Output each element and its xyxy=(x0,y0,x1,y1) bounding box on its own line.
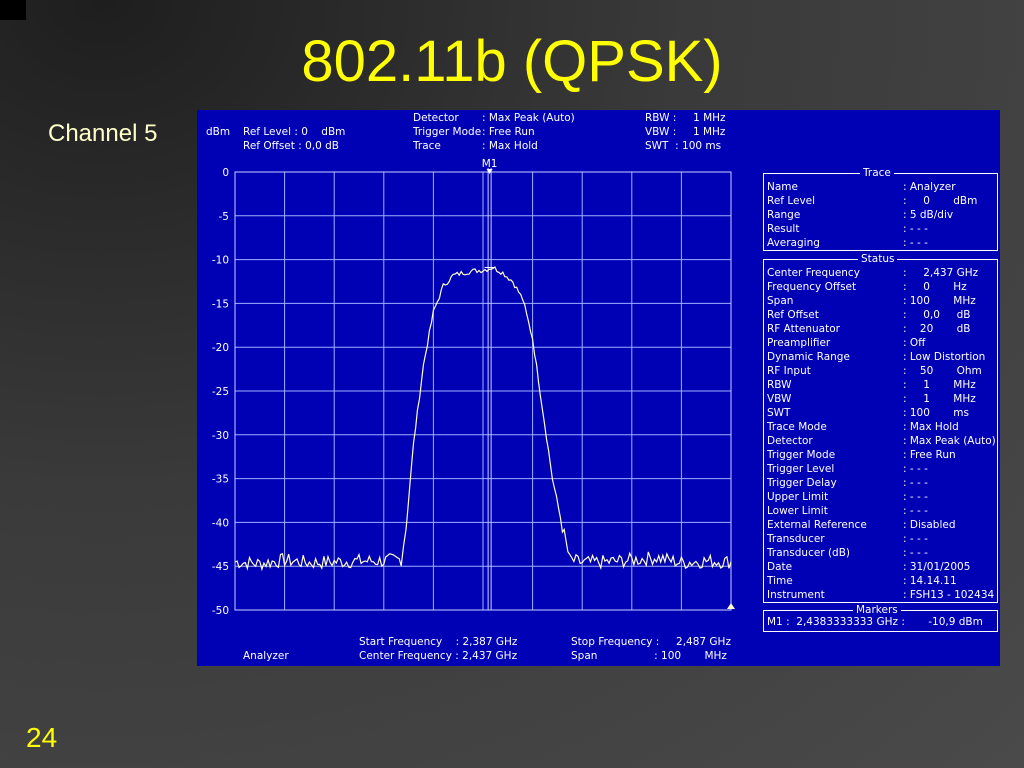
marker-label: M1 xyxy=(482,158,498,170)
info-label: Lower Limit xyxy=(767,505,828,517)
info-label: Range xyxy=(767,209,801,221)
y-tick-label: -45 xyxy=(212,561,229,573)
info-value: : - - - xyxy=(903,223,928,235)
info-value: : Low Distortion xyxy=(903,351,986,363)
info-value: : FSH13 - 102434 xyxy=(903,589,995,601)
info-value: : - - - xyxy=(903,477,928,489)
status-panel: Status Center Frequency : 2,437 GHz Freque… xyxy=(763,252,998,603)
info-label: Name xyxy=(767,181,798,193)
spectrum-plot: 0 -5 -10 -15 -20 -25 -30 -35 -40 -45 -50 M1 xyxy=(212,158,735,617)
info-value: : 2,437 GHz xyxy=(903,267,979,279)
info-label: VBW xyxy=(767,393,792,405)
trace-panel-title: Trace xyxy=(860,166,894,180)
y-tick-label: -5 xyxy=(219,211,229,223)
info-value: : 50 Ohm xyxy=(903,365,982,377)
y-tick-label: -25 xyxy=(212,386,229,398)
y-tick-label: 0 xyxy=(222,167,229,179)
y-tick-label: -30 xyxy=(212,430,229,442)
info-value: : - - - xyxy=(903,237,928,249)
start-frequency: Start Frequency : 2,387 GHz xyxy=(359,636,518,648)
ref-arrow-icon xyxy=(727,603,735,609)
corner-decoration xyxy=(0,0,26,20)
info-value: : 0 dBm xyxy=(903,195,978,207)
info-label: Time xyxy=(767,575,793,587)
info-label: RBW xyxy=(767,379,792,391)
info-label: Averaging xyxy=(767,237,820,249)
info-value: : - - - xyxy=(903,505,928,517)
info-value: : Off xyxy=(903,337,926,349)
channel-label: Channel 5 xyxy=(48,120,158,147)
info-value: : 100 MHz xyxy=(903,295,976,307)
info-value: : Analyzer xyxy=(903,181,956,193)
info-label: Ref Level xyxy=(767,195,816,207)
info-label: RF Input xyxy=(767,365,811,377)
info-label: External Reference xyxy=(767,519,867,531)
slide-title: 802.11b (QPSK) xyxy=(301,29,723,94)
y-tick-label: -10 xyxy=(212,255,229,267)
info-value: : Disabled xyxy=(903,519,956,531)
info-label: Transducer xyxy=(767,533,825,545)
info-value: : 0 Hz xyxy=(903,281,967,293)
info-label: RF Attenuator xyxy=(767,323,840,335)
spectrum-analyzer-screen: dBm Ref Level : 0 dBm Ref Offset : 0,0 d… xyxy=(197,110,1000,666)
info-value: : Free Run xyxy=(903,449,956,461)
info-label: Trigger Delay xyxy=(767,477,837,489)
y-tick-label: -40 xyxy=(212,517,229,529)
y-tick-label: -50 xyxy=(212,605,229,617)
center-frequency: Center Frequency : 2,437 GHz xyxy=(359,650,518,662)
y-tick-label: -15 xyxy=(212,298,229,310)
stop-frequency: Stop Frequency : 2,487 GHz xyxy=(571,636,731,648)
info-value: : 14.14.11 xyxy=(903,575,957,587)
info-value: : - - - xyxy=(903,463,928,475)
info-value: : Max Hold xyxy=(903,421,959,433)
info-label: Span xyxy=(767,295,794,307)
info-label: Date xyxy=(767,561,793,573)
info-label: Dynamic Range xyxy=(767,351,850,363)
info-label: Trigger Mode xyxy=(767,449,836,461)
info-value: : - - - xyxy=(903,547,928,559)
status-panel-title: Status xyxy=(858,252,898,266)
info-value: : 1 MHz xyxy=(903,379,976,391)
info-label: Trace Mode xyxy=(767,421,827,433)
mode-label: Analyzer xyxy=(243,650,289,662)
info-label: Trigger Level xyxy=(767,463,835,475)
info-value: : - - - xyxy=(903,533,928,545)
info-label: Upper Limit xyxy=(767,491,829,503)
info-value: : 0,0 dB xyxy=(903,309,971,321)
y-tick-label: -35 xyxy=(212,474,229,486)
info-value: : 1 MHz xyxy=(903,393,976,405)
info-label: Ref Offset xyxy=(767,309,819,321)
span-readout: Span : 100 MHz xyxy=(571,650,727,662)
info-label: Frequency Offset xyxy=(767,281,857,293)
info-value: : - - - xyxy=(903,491,928,503)
info-label: Result xyxy=(767,223,800,235)
page-number: 24 xyxy=(26,722,58,753)
info-label: Transducer (dB) xyxy=(767,547,851,559)
y-tick-label: -20 xyxy=(212,342,229,354)
info-value: : 31/01/2005 xyxy=(903,561,971,573)
info-value: : 100 ms xyxy=(903,407,969,419)
info-label: Instrument xyxy=(767,589,825,601)
info-label: Preamplifier xyxy=(767,337,831,349)
info-value: : Max Peak (Auto) xyxy=(903,435,996,447)
marker-readout: M1 : 2,4383333333 GHz : -10,9 dBm xyxy=(767,616,983,628)
info-label: Detector xyxy=(767,435,813,447)
info-label: Center Frequency xyxy=(767,267,860,279)
info-label: SWT xyxy=(767,407,791,419)
info-value: : 5 dB/div xyxy=(903,209,954,221)
markers-panel: Markers M1 : 2,4383333333 GHz : -10,9 dB… xyxy=(763,603,998,632)
trace-panel: Trace Name : Analyzer Ref Level : 0 dBm Rang… xyxy=(763,166,998,251)
info-value: : 20 dB xyxy=(903,323,971,335)
